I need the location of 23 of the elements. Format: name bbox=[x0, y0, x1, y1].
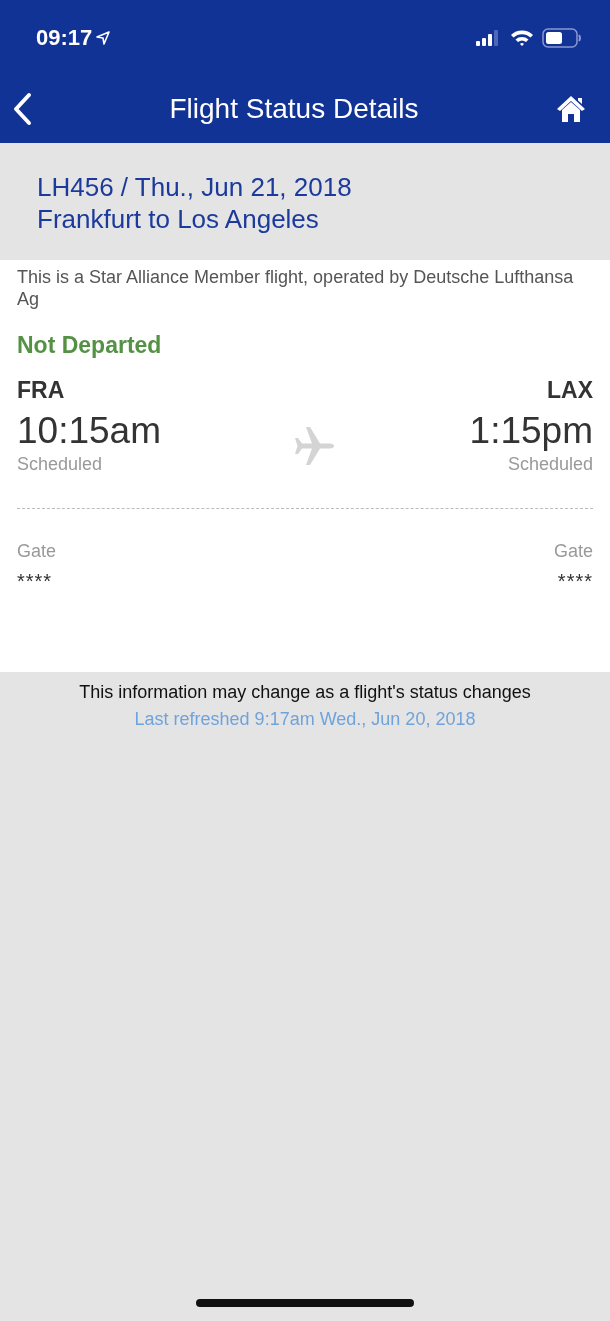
back-button[interactable] bbox=[12, 92, 32, 126]
time-status: Scheduled bbox=[507, 454, 593, 475]
home-button[interactable] bbox=[556, 95, 586, 123]
time-status: Scheduled bbox=[17, 454, 103, 475]
last-refreshed: Last refreshed 9:17am Wed., Jun 20, 2018 bbox=[134, 709, 476, 730]
gate-label: Gate bbox=[553, 541, 593, 562]
wifi-icon bbox=[510, 29, 534, 46]
battery-icon bbox=[542, 27, 582, 48]
airport-code: FRA bbox=[17, 377, 65, 404]
flight-status: Not Departed bbox=[17, 332, 163, 359]
flight-time: 1:15pm bbox=[469, 410, 593, 452]
screen-title: Flight Status Details bbox=[169, 93, 419, 125]
airport-code: LAX bbox=[547, 377, 593, 404]
gate-value: **** bbox=[17, 570, 53, 593]
route: Frankfurt to Los Angeles bbox=[37, 203, 320, 235]
status-notice: This information may change as a flight's status changes bbox=[79, 682, 531, 703]
gate-value: **** bbox=[557, 570, 593, 593]
operator-note: This is a Star Alliance Member flight, operated by Deutsche Lufthansa Ag bbox=[17, 266, 575, 310]
gate-label: Gate bbox=[17, 541, 57, 562]
location-arrow-icon bbox=[96, 30, 111, 45]
clock-time: 09:17 bbox=[36, 24, 93, 51]
flight-number-date: LH456 / Thu., Jun 21, 2018 bbox=[37, 171, 353, 203]
flight-time: 10:15am bbox=[17, 410, 161, 452]
